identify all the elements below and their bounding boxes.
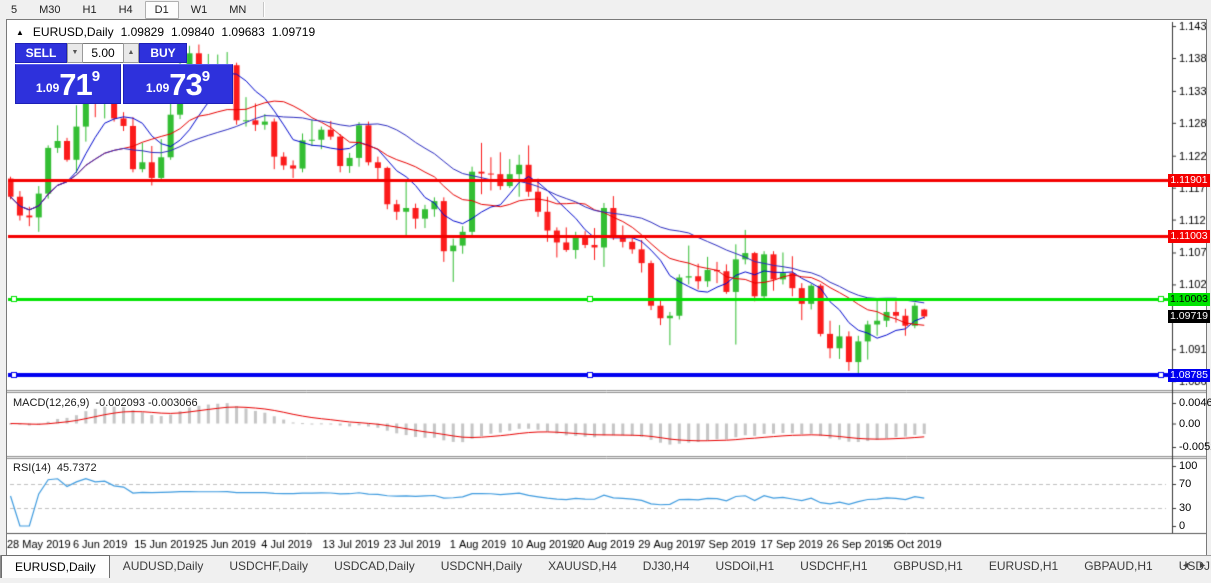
quote-low: 1.09683 [221, 25, 264, 39]
tab-dj30-h4[interactable]: DJ30,H4 [630, 556, 703, 577]
volume-increase-button[interactable]: ▲ [123, 43, 139, 63]
rsi-axis-0: 0 [1179, 520, 1185, 532]
hline-price-label-1.10003: 1.10003 [1168, 293, 1210, 306]
buy-price-display[interactable]: 1.09 73 9 [123, 64, 233, 104]
hline-price-label-1.08785: 1.08785 [1168, 369, 1210, 382]
mt4-terminal: 5M30H1H4D1W1MN ▲ EURUSD,Daily 1.09829 1.… [0, 0, 1211, 583]
macd-axis-max: 0.00463 [1179, 397, 1211, 409]
buy-price-prefix: 1.09 [146, 81, 169, 100]
buy-price-pip: 9 [202, 68, 210, 100]
timeframe-mn[interactable]: MN [219, 1, 256, 19]
timeframe-d1[interactable]: D1 [145, 1, 179, 19]
buy-button[interactable]: BUY [139, 43, 187, 63]
tab-usdchf-h1[interactable]: USDCHF,H1 [787, 556, 880, 577]
hline-price-label-1.11003: 1.11003 [1168, 230, 1210, 243]
buy-price-big-digits: 73 [169, 70, 201, 100]
macd-label: MACD(12,26,9) -0.002093 -0.003066 [13, 397, 198, 409]
tab-xauusd-h4[interactable]: XAUUSD,H4 [535, 556, 630, 577]
rsi-label: RSI(14) 45.7372 [13, 462, 97, 474]
volume-decrease-button[interactable]: ▼ [67, 43, 83, 63]
symbol-title: EURUSD,Daily [33, 25, 114, 39]
timeframe-toolbar: 5M30H1H4D1W1MN [0, 0, 1211, 19]
rsi-name: RSI(14) [13, 462, 51, 474]
quote-open: 1.09829 [121, 25, 164, 39]
hline-price-label-1.11901: 1.11901 [1168, 174, 1210, 187]
chart-window: ▲ EURUSD,Daily 1.09829 1.09840 1.09683 1… [6, 19, 1207, 557]
tab-usdchf-daily[interactable]: USDCHF,Daily [216, 556, 321, 577]
chevron-down-icon: ▼ [72, 49, 79, 56]
timeframe-h4[interactable]: H4 [109, 1, 143, 19]
one-click-trade-panel: SELL ▼ ▲ BUY 1.09 71 9 1.09 73 [15, 43, 236, 106]
chart-tab-bar: EURUSD,DailyAUDUSD,DailyUSDCHF,DailyUSDC… [0, 555, 1211, 583]
current-price-label: 1.09719 [1168, 310, 1210, 323]
tab-usdoil-h1[interactable]: USDOil,H1 [702, 556, 787, 577]
tab-scroll-controls: ◄ ► [1181, 560, 1207, 570]
timeframe-w1[interactable]: W1 [181, 1, 218, 19]
tab-eurusd-h1[interactable]: EURUSD,H1 [976, 556, 1071, 577]
tab-gbpaud-h1[interactable]: GBPAUD,H1 [1071, 556, 1165, 577]
sell-button[interactable]: SELL [15, 43, 67, 63]
tab-usdcnh-daily[interactable]: USDCNH,Daily [428, 556, 535, 577]
rsi-axis-100: 100 [1179, 460, 1197, 472]
volume-input[interactable] [83, 43, 123, 63]
tab-scroll-right-icon[interactable]: ► [1198, 560, 1207, 570]
rsi-axis-30: 30 [1179, 502, 1191, 514]
macd-values: -0.002093 -0.003066 [95, 397, 197, 409]
rsi-value: 45.7372 [57, 462, 97, 474]
chevron-up-icon: ▲ [128, 49, 135, 56]
macd-axis-zero: 0.00 [1179, 418, 1200, 430]
collapse-trade-panel-icon[interactable]: ▲ [16, 28, 24, 37]
tab-audusd-daily[interactable]: AUDUSD,Daily [110, 556, 217, 577]
tab-usdcad-daily[interactable]: USDCAD,Daily [321, 556, 428, 577]
tab-eurusd-daily[interactable]: EURUSD,Daily [1, 555, 110, 578]
timeframe-m30[interactable]: M30 [29, 1, 70, 19]
chart-header: ▲ EURUSD,Daily 1.09829 1.09840 1.09683 1… [16, 25, 315, 39]
tab-gbpusd-h1[interactable]: GBPUSD,H1 [881, 556, 976, 577]
rsi-axis-70: 70 [1179, 478, 1191, 490]
toolbar-separator [263, 2, 265, 17]
quote-close: 1.09719 [272, 25, 315, 39]
sell-price-pip: 9 [92, 68, 100, 100]
sell-price-display[interactable]: 1.09 71 9 [15, 64, 121, 104]
sell-price-big-digits: 71 [59, 70, 91, 100]
quote-high: 1.09840 [171, 25, 214, 39]
timeframe-h1[interactable]: H1 [73, 1, 107, 19]
sell-price-prefix: 1.09 [36, 81, 59, 100]
macd-axis-min: -0.005299 [1179, 441, 1211, 453]
macd-name: MACD(12,26,9) [13, 397, 89, 409]
tab-scroll-left-icon[interactable]: ◄ [1181, 560, 1190, 570]
timeframe-5[interactable]: 5 [1, 1, 27, 19]
